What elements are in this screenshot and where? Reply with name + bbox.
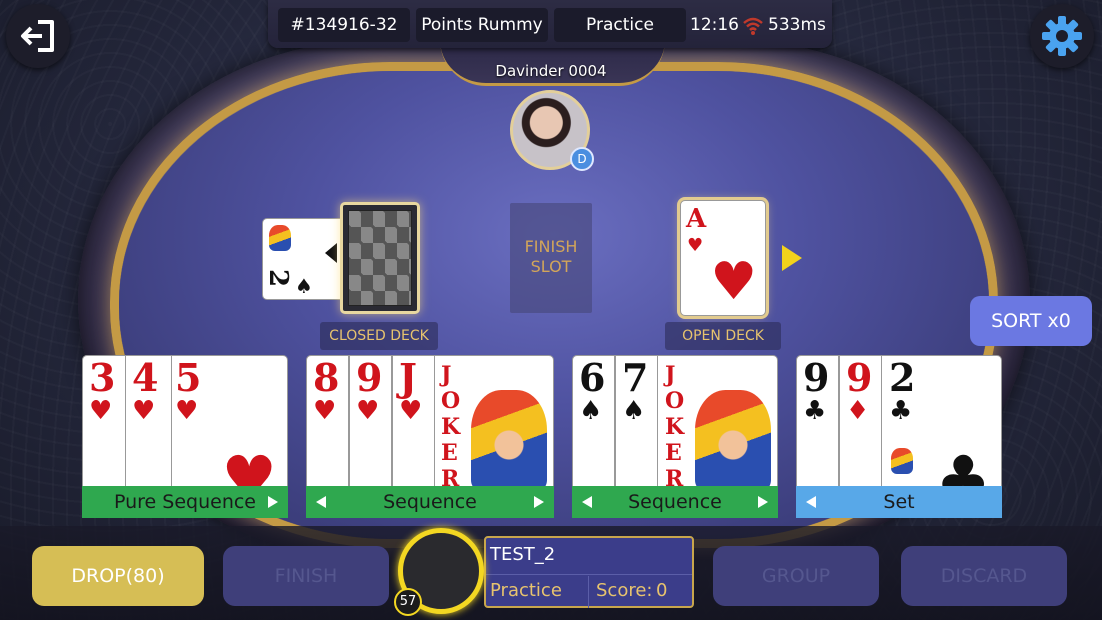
card-suit: ♥ bbox=[132, 396, 156, 426]
card-rank: 9 bbox=[803, 355, 830, 400]
card-suit: ♠ bbox=[579, 396, 603, 426]
exit-icon bbox=[21, 20, 54, 52]
group-label-pure-sequence: Pure Sequence bbox=[82, 486, 288, 518]
card-rank: J bbox=[399, 355, 417, 400]
game-type: Points Rummy bbox=[416, 8, 548, 42]
ping: 533ms bbox=[768, 15, 826, 35]
closed-deck-label: CLOSED DECK bbox=[320, 322, 438, 350]
hand-card[interactable]: 6 ♠ bbox=[572, 355, 615, 505]
group-label-sequence: Sequence bbox=[572, 486, 778, 518]
card-suit: ♠ bbox=[622, 396, 646, 426]
finish-slot[interactable]: FINISH SLOT bbox=[510, 203, 592, 313]
group-label-sequence: Sequence bbox=[306, 486, 554, 518]
settings-button[interactable] bbox=[1030, 4, 1094, 68]
joker-pointer-icon bbox=[325, 243, 337, 263]
card-back-pattern bbox=[348, 210, 412, 306]
open-card-suit: ♥ bbox=[687, 235, 704, 256]
joker-art-icon bbox=[471, 390, 547, 490]
group-label-text: Sequence bbox=[383, 491, 477, 513]
wild-joker-card: 2 ♠ bbox=[262, 218, 348, 300]
drop-button[interactable]: DROP(80) bbox=[32, 546, 204, 606]
card-suit: ♣ bbox=[889, 396, 913, 426]
card-suit: ♥ bbox=[399, 396, 423, 426]
hand-card[interactable]: 8 ♥ bbox=[306, 355, 349, 505]
group-button[interactable]: GROUP bbox=[713, 546, 879, 606]
hand-card[interactable]: 7 ♠ bbox=[615, 355, 658, 505]
wild-joker-rank: 2 bbox=[263, 269, 293, 288]
move-left-icon[interactable] bbox=[316, 496, 326, 508]
table-id: #134916-32 bbox=[278, 8, 410, 42]
group-label-text: Set bbox=[883, 491, 915, 513]
exit-button[interactable] bbox=[6, 4, 70, 68]
card-rank: 2 bbox=[889, 355, 916, 400]
turn-timer-count: 57 bbox=[394, 588, 422, 616]
card-suit: ♥ bbox=[356, 396, 380, 426]
joker-mini-icon bbox=[269, 225, 291, 251]
card-rank: 9 bbox=[846, 355, 873, 400]
move-right-icon[interactable] bbox=[758, 496, 768, 508]
game-mode: Practice bbox=[554, 8, 686, 42]
discard-button[interactable]: DISCARD bbox=[901, 546, 1067, 606]
card-suit: ♥ bbox=[313, 396, 337, 426]
hand-card[interactable]: 4 ♥ bbox=[125, 355, 172, 505]
hand-card[interactable]: 9 ♣ bbox=[796, 355, 839, 505]
card-rank: 7 bbox=[622, 355, 649, 400]
score-label: Score: bbox=[596, 580, 653, 601]
joker-mini-icon bbox=[891, 448, 913, 474]
open-card-suit-big: ♥ bbox=[710, 252, 757, 312]
finish-button[interactable]: FINISH bbox=[223, 546, 389, 606]
card-suit: ♥ bbox=[175, 396, 199, 426]
move-left-icon[interactable] bbox=[806, 496, 816, 508]
network-signal-icon bbox=[743, 17, 763, 35]
player-name: TEST_2 bbox=[490, 544, 556, 565]
open-deck-card[interactable]: A ♥ ♥ bbox=[680, 200, 766, 316]
joker-art-icon bbox=[695, 390, 771, 490]
group-label-text: Pure Sequence bbox=[113, 491, 256, 513]
score-value: 0 bbox=[656, 580, 668, 601]
move-right-icon[interactable] bbox=[268, 496, 278, 508]
move-left-icon[interactable] bbox=[582, 496, 592, 508]
joker-label: JOKER bbox=[441, 362, 461, 492]
card-rank: 4 bbox=[132, 355, 159, 400]
gear-icon bbox=[1042, 16, 1082, 56]
hand-card[interactable]: 9 ♥ bbox=[349, 355, 392, 505]
card-rank: 6 bbox=[579, 355, 606, 400]
move-right-icon[interactable] bbox=[534, 496, 544, 508]
hand-card[interactable]: 9 ♦ bbox=[839, 355, 882, 505]
sort-button[interactable]: SORT x0 bbox=[970, 296, 1092, 346]
hand-card[interactable]: J ♥ bbox=[392, 355, 435, 505]
card-suit: ♥ bbox=[89, 396, 113, 426]
card-suit: ♣ bbox=[803, 396, 827, 426]
card-rank: 3 bbox=[89, 355, 116, 400]
player-info-panel: TEST_2 Practice Score: 0 bbox=[484, 536, 694, 608]
group-label-text: Sequence bbox=[628, 491, 722, 513]
clock: 12:16 bbox=[690, 15, 739, 35]
panel-divider bbox=[486, 574, 692, 575]
open-deck-label: OPEN DECK bbox=[665, 322, 781, 350]
card-rank: 9 bbox=[356, 355, 383, 400]
card-suit: ♦ bbox=[846, 396, 870, 426]
open-card-rank: A bbox=[686, 204, 707, 234]
card-rank: 8 bbox=[313, 355, 340, 400]
panel-divider bbox=[588, 576, 589, 608]
open-deck-arrow-icon bbox=[782, 245, 802, 271]
finish-slot-label: FINISH SLOT bbox=[524, 237, 578, 276]
opponent-name: Davinder 0004 bbox=[495, 62, 607, 80]
joker-label: JOKER bbox=[665, 362, 685, 492]
wild-joker-suit: ♠ bbox=[295, 274, 313, 298]
player-mode: Practice bbox=[490, 580, 562, 601]
group-label-set: Set bbox=[796, 486, 1002, 518]
closed-deck[interactable] bbox=[340, 202, 420, 314]
dealer-badge: D bbox=[570, 147, 594, 171]
card-rank: 5 bbox=[175, 355, 202, 400]
